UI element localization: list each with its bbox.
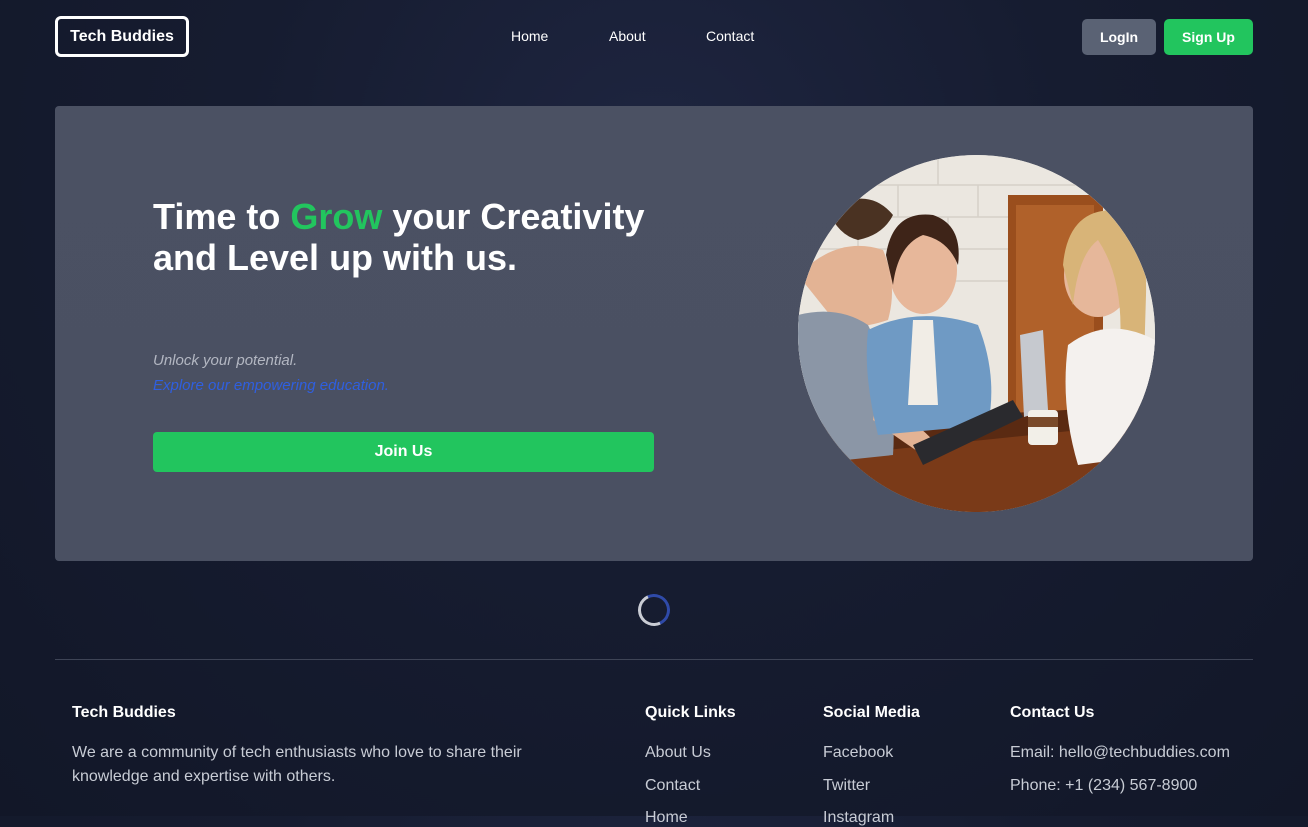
- footer-quick-links-title: Quick Links: [645, 704, 736, 721]
- hero-tagline-link[interactable]: Explore our empowering education.: [153, 377, 389, 394]
- footer-brand-desc-line1: We are a community of tech enthusiasts w…: [72, 744, 522, 761]
- footer-contact-email: Email: hello@techbuddies.com: [1010, 744, 1230, 761]
- hero-section: Time to Grow your Creativity and Level u…: [55, 106, 1253, 561]
- footer-social-title: Social Media: [823, 704, 920, 721]
- footer-brand-title: Tech Buddies: [72, 704, 176, 721]
- footer-brand-desc-line2: knowledge and expertise with others.: [72, 768, 336, 785]
- loading-spinner-icon: [633, 589, 675, 631]
- footer-link-contact[interactable]: Contact: [645, 777, 700, 795]
- footer-link-twitter[interactable]: Twitter: [823, 777, 870, 795]
- footer-link-instagram[interactable]: Instagram: [823, 809, 894, 827]
- hero-title: Time to Grow your Creativity and Level u…: [153, 196, 645, 278]
- footer-contact-title: Contact Us: [1010, 704, 1095, 721]
- join-us-button[interactable]: Join Us: [153, 432, 654, 472]
- nav-about[interactable]: About: [609, 28, 646, 44]
- footer-link-facebook[interactable]: Facebook: [823, 744, 893, 762]
- footer-divider: [55, 659, 1253, 660]
- hero-tagline: Unlock your potential.: [153, 352, 298, 369]
- nav-contact[interactable]: Contact: [706, 28, 754, 44]
- hero-title-accent: Grow: [290, 196, 383, 237]
- signup-button[interactable]: Sign Up: [1164, 19, 1253, 55]
- hero-image: [798, 155, 1155, 512]
- login-button[interactable]: LogIn: [1082, 19, 1156, 55]
- footer-link-home[interactable]: Home: [645, 809, 688, 827]
- footer-link-about-us[interactable]: About Us: [645, 744, 711, 762]
- nav-home[interactable]: Home: [511, 28, 548, 44]
- footer-contact-phone: Phone: +1 (234) 567-8900: [1010, 777, 1198, 794]
